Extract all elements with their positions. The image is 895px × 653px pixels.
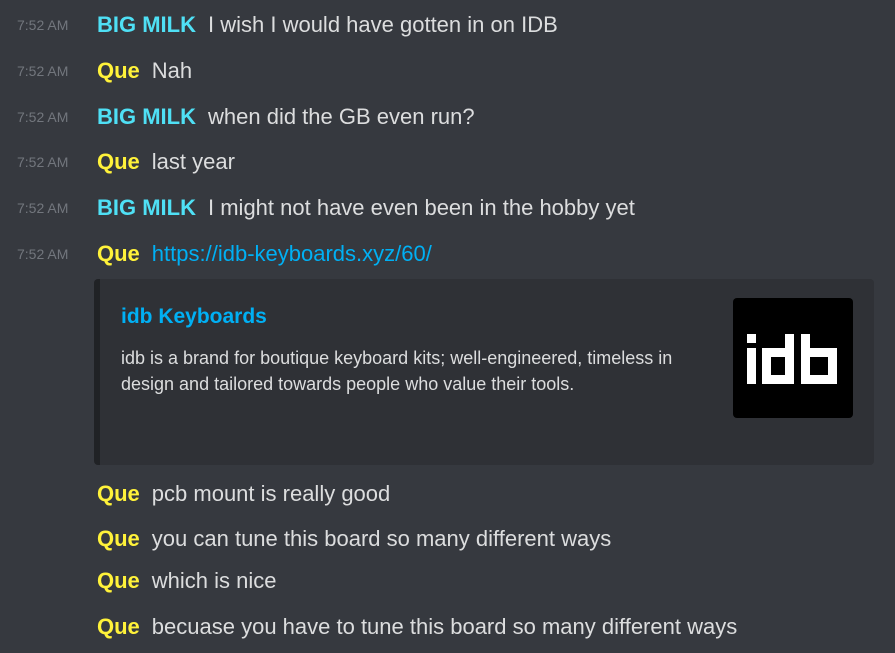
message-row: 7:52 AM BIG MILK when did the GB even ru… <box>0 102 475 132</box>
message-author[interactable]: Que <box>97 614 140 640</box>
message-text: which is nice <box>151 568 277 593</box>
message-row: 7:52 AM BIG MILK I wish I would have got… <box>0 10 558 40</box>
embed-description: idb is a brand for boutique keyboard kit… <box>121 348 673 394</box>
message-row: 7:52 AM Que last year <box>0 147 235 177</box>
message-text: I wish I would have gotten in on IDB <box>208 12 558 37</box>
message-link[interactable]: https://idb-keyboards.xyz/60/ <box>152 241 432 267</box>
message-author[interactable]: Que <box>97 241 140 267</box>
message-text: pcb mount is really good <box>151 481 391 506</box>
message-timestamp: 7:52 AM <box>17 200 69 216</box>
message-row: Que which is nice <box>0 566 277 596</box>
message-timestamp: 7:52 AM <box>17 109 69 125</box>
chat-messages: 7:52 AM BIG MILK I wish I would have got… <box>0 0 895 653</box>
message-text: you can tune this board so many differen… <box>151 526 612 551</box>
message-row: Que becuase you have to tune this board … <box>0 612 737 642</box>
message-timestamp: 7:52 AM <box>17 63 69 79</box>
message-row: Que pcb mount is really good <box>0 479 390 509</box>
link-embed: idb Keyboards idb is a brand for boutiqu… <box>94 279 874 465</box>
message-author[interactable]: Que <box>97 149 140 175</box>
message-row: 7:52 AM BIG MILK I might not have even b… <box>0 193 635 223</box>
message-author[interactable]: Que <box>97 481 140 507</box>
message-text: Nah <box>151 58 193 83</box>
message-row: 7:52 AM Que https://idb-keyboards.xyz/60… <box>0 239 432 269</box>
message-timestamp: 7:52 AM <box>17 17 69 33</box>
message-row: 7:52 AM Que Nah <box>0 56 192 86</box>
message-author[interactable]: Que <box>97 58 140 84</box>
message-author[interactable]: Que <box>97 568 140 594</box>
message-row: Que you can tune this board so many diff… <box>0 524 611 554</box>
message-timestamp: 7:52 AM <box>17 246 69 262</box>
message-author[interactable]: BIG MILK <box>97 195 196 221</box>
embed-title[interactable]: idb Keyboards <box>121 305 267 329</box>
message-author[interactable]: Que <box>97 526 140 552</box>
message-text: when did the GB even run? <box>208 104 475 129</box>
embed-thumbnail[interactable] <box>733 298 853 418</box>
message-author[interactable]: BIG MILK <box>97 12 196 38</box>
idb-logo-icon <box>747 334 837 384</box>
message-text: last year <box>151 149 235 174</box>
message-text: I might not have even been in the hobby … <box>208 195 635 220</box>
message-author[interactable]: BIG MILK <box>97 104 196 130</box>
message-text: becuase you have to tune this board so m… <box>151 614 738 639</box>
message-timestamp: 7:52 AM <box>17 154 69 170</box>
